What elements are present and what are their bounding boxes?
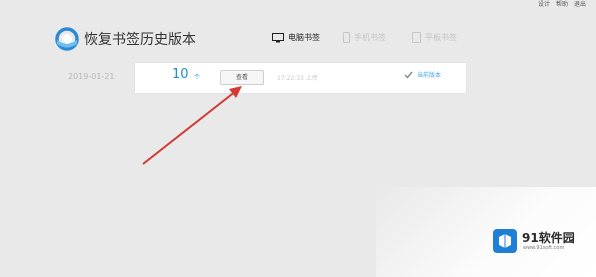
tab-mobile-bookmarks[interactable]: 手机书签 — [343, 32, 386, 43]
bookmark-count: 10 — [172, 67, 189, 82]
tab-pc-label: 电脑书签 — [288, 33, 320, 42]
bookmark-count-unit: 个 — [194, 74, 201, 81]
view-button[interactable]: 查看 — [220, 70, 264, 85]
tab-mobile-label: 手机书签 — [354, 33, 386, 42]
page-title: 恢复书签历史版本 — [84, 32, 196, 48]
app-logo-icon — [55, 27, 79, 51]
tab-pad-label: 平板书签 — [425, 33, 457, 42]
tab-pc-bookmarks[interactable]: 电脑书签 — [272, 32, 320, 43]
checkmark-icon — [404, 71, 413, 79]
upload-time: 17:22:33 上传 — [277, 75, 318, 82]
top-link-help[interactable]: 帮助 — [556, 0, 568, 10]
current-version-label: 当前版本 — [417, 72, 442, 79]
watermark-url: www.91soft.com — [523, 245, 565, 251]
monitor-icon — [272, 32, 284, 42]
tab-pad-bookmarks[interactable]: 平板书签 — [412, 32, 457, 43]
tablet-icon — [412, 32, 421, 43]
top-link-settings[interactable]: 设计 — [538, 0, 550, 10]
phone-icon — [343, 32, 350, 43]
watermark-text: 91软件园 — [522, 231, 575, 245]
record-date: 2019-01-21 — [68, 72, 115, 81]
current-version-status: 当前版本 — [404, 70, 441, 79]
watermark-logo-icon — [493, 229, 517, 253]
top-links: 设计 帮助 退出 — [538, 0, 586, 10]
top-link-logout[interactable]: 退出 — [574, 0, 586, 10]
